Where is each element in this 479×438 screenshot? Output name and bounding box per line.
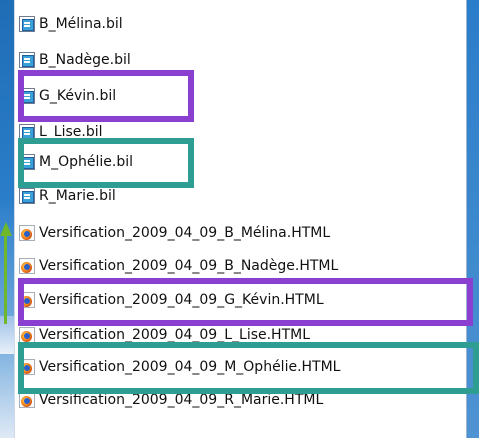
file-name: Versification_2009_04_09_R_Marie.HTML [39, 392, 324, 408]
file-name: B_Nadège.bil [39, 52, 131, 68]
file-name: R_Marie.bil [39, 188, 116, 204]
bil-document-icon [19, 188, 35, 204]
file-name: B_Mélina.bil [39, 16, 123, 32]
annotation-arrow-line [4, 234, 7, 324]
background-blue-left [0, 0, 14, 438]
highlight-box-m-ophelie-bil [18, 138, 194, 188]
bil-document-icon [19, 16, 35, 32]
firefox-html-icon [19, 392, 35, 408]
file-name: Versification_2009_04_09_B_Mélina.HTML [39, 225, 331, 241]
file-item-versification-b-melina-html[interactable]: Versification_2009_04_09_B_Mélina.HTML [15, 220, 330, 246]
highlight-box-m-ophelie-html [18, 342, 479, 394]
file-item-b-melina-bil[interactable]: B_Mélina.bil [15, 11, 123, 37]
firefox-html-icon [19, 225, 35, 241]
file-name: Versification_2009_04_09_L_Lise.HTML [39, 327, 311, 343]
annotation-arrow-head-icon [0, 222, 12, 236]
file-item-versification-b-nadege-html[interactable]: Versification_2009_04_09_B_Nadège.HTML [15, 253, 338, 279]
firefox-html-icon [19, 258, 35, 274]
firefox-html-icon [19, 327, 35, 343]
file-name: Versification_2009_04_09_B_Nadège.HTML [39, 258, 339, 274]
bil-document-icon [19, 52, 35, 68]
highlight-box-g-kevin-bil [18, 70, 194, 122]
highlight-box-g-kevin-html [18, 278, 473, 326]
